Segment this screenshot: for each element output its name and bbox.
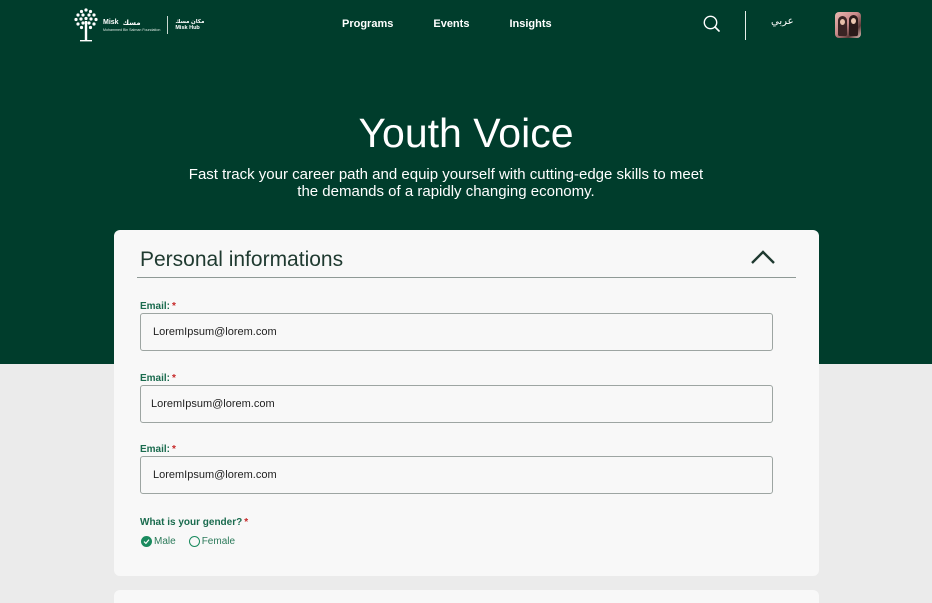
logo-hub-english: Misk Hub [175,25,200,31]
page-title: Youth Voice [358,110,574,156]
logo-name-arabic: مسك [122,19,141,27]
gender-radio-group: Male Female [141,536,235,547]
radio-label-male: Male [154,536,176,547]
email-label-1: Email: * [140,301,176,312]
main-nav: Programs Events Insights [342,18,552,30]
personal-info-accordion-header[interactable]: Personal informations [137,230,796,278]
top-navigation: Misk مسك Mohammed Bin Salman Foundation … [0,0,932,50]
misk-logo[interactable]: Misk مسك Mohammed Bin Salman Foundation … [72,7,204,43]
gender-option-male[interactable]: Male [141,536,176,547]
logo-divider [167,16,169,34]
logo-name: Misk [103,19,119,26]
required-mark: * [172,301,176,312]
radio-label-female: Female [201,536,236,547]
required-mark: * [244,517,249,528]
personal-info-card: Personal informations Email:* Email:* Em… [114,230,819,576]
misk-tree-logo-icon [74,8,98,42]
search-icon[interactable] [703,15,720,32]
logo-tagline: Mohammed Bin Salman Foundation [103,27,161,32]
required-mark: * [172,373,176,384]
logo-hub: مكان مسك Misk Hub [175,19,204,31]
radio-unchecked[interactable] [188,536,200,547]
gender-question: What is your gender? * [140,517,249,528]
email-label-2: Email: * [140,373,176,384]
user-avatar[interactable] [835,12,861,38]
chevron-up-icon[interactable] [750,250,776,265]
nav-divider [745,11,746,40]
email-field-3[interactable] [140,456,773,494]
nav-link-programs[interactable]: Programs [342,18,393,30]
check-icon [143,539,150,545]
nav-link-events[interactable]: Events [433,18,469,30]
logo-wordmark: Misk مسك Mohammed Bin Salman Foundation [103,19,160,32]
section-title: Personal informations [140,248,344,271]
email-field-1[interactable] [140,313,773,351]
next-section-card [114,590,819,603]
email-label-3: Email: * [140,444,176,455]
required-mark: * [172,444,176,455]
page-subtitle: Fast track your career path and equip yo… [188,166,704,200]
gender-option-female[interactable]: Female [188,536,236,547]
language-toggle[interactable]: عربي [771,16,794,27]
radio-checked[interactable] [141,536,152,547]
email-field-2[interactable] [140,385,773,423]
nav-link-insights[interactable]: Insights [509,18,551,30]
